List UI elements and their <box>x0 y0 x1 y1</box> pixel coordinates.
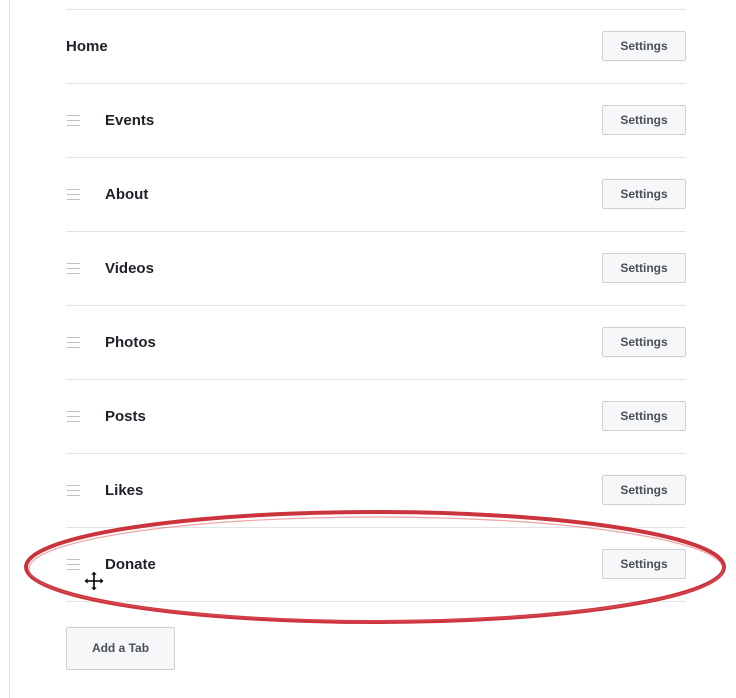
about-settings-button[interactable]: Settings <box>602 179 686 209</box>
drag-handle-icon[interactable] <box>67 263 80 275</box>
tab-label-posts: Posts <box>105 408 146 425</box>
drag-handle-icon[interactable] <box>67 189 80 201</box>
tab-label-home: Home <box>66 38 108 55</box>
tab-row-photos[interactable]: Photos Settings <box>66 306 686 380</box>
add-tab-button[interactable]: Add a Tab <box>66 627 175 670</box>
tab-row-videos[interactable]: Videos Settings <box>66 232 686 306</box>
tab-row-about[interactable]: About Settings <box>66 158 686 232</box>
tab-row-events[interactable]: Events Settings <box>66 84 686 158</box>
drag-handle-icon[interactable] <box>67 559 80 571</box>
tab-row-likes[interactable]: Likes Settings <box>66 454 686 528</box>
tab-label-videos: Videos <box>105 260 154 277</box>
drag-handle-icon[interactable] <box>67 337 80 349</box>
drag-handle-icon[interactable] <box>67 485 80 497</box>
videos-settings-button[interactable]: Settings <box>602 253 686 283</box>
donate-settings-button[interactable]: Settings <box>602 549 686 579</box>
tab-label-photos: Photos <box>105 334 156 351</box>
photos-settings-button[interactable]: Settings <box>602 327 686 357</box>
tab-label-events: Events <box>105 112 155 129</box>
tab-label-about: About <box>105 186 149 203</box>
tab-row-posts[interactable]: Posts Settings <box>66 380 686 454</box>
panel-left-border <box>9 0 10 698</box>
move-cursor-icon <box>83 570 105 592</box>
posts-settings-button[interactable]: Settings <box>602 401 686 431</box>
drag-handle-icon[interactable] <box>67 115 80 127</box>
tabs-settings-panel: Home Settings Events Settings About Sett… <box>0 0 736 698</box>
tab-label-donate: Donate <box>105 556 156 573</box>
tab-row-donate[interactable]: Donate Settings <box>66 528 686 602</box>
tab-row-home: Home Settings <box>66 10 686 84</box>
likes-settings-button[interactable]: Settings <box>602 475 686 505</box>
events-settings-button[interactable]: Settings <box>602 105 686 135</box>
tab-list: Home Settings Events Settings About Sett… <box>66 10 686 602</box>
home-settings-button[interactable]: Settings <box>602 31 686 61</box>
drag-handle-icon[interactable] <box>67 411 80 423</box>
tab-label-likes: Likes <box>105 482 144 499</box>
